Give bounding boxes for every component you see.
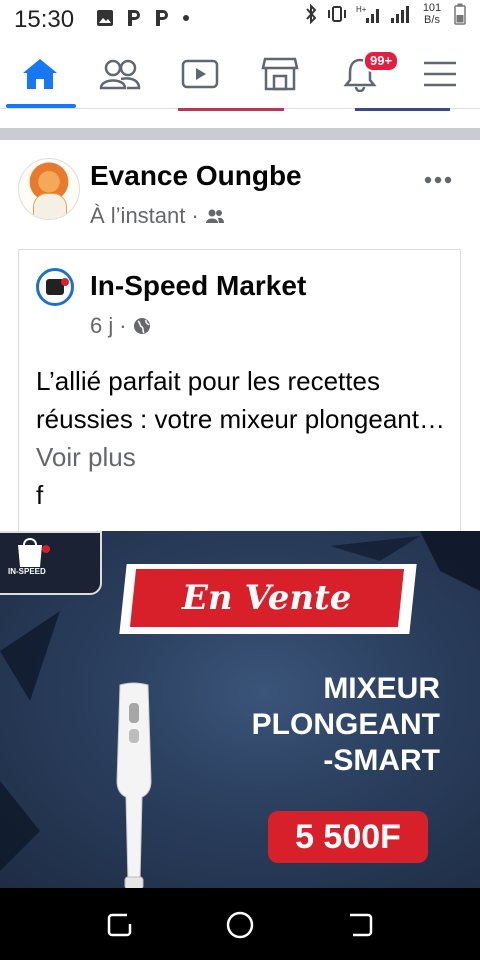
home-icon	[23, 59, 57, 89]
product-title-line: PLONGEANT	[251, 708, 440, 741]
author-avatar[interactable]	[18, 158, 80, 220]
tab-home[interactable]	[0, 40, 80, 108]
brand-logo-text: IN-SPEED	[8, 567, 46, 576]
globe-icon	[133, 318, 150, 334]
system-nav-bar	[0, 888, 480, 960]
shopping-bag-icon	[18, 538, 50, 567]
page-avatar[interactable]	[36, 268, 74, 306]
network-speed: 101 B/s	[418, 2, 446, 26]
more-icon	[424, 176, 452, 184]
story-edge	[355, 108, 450, 111]
menu-icon	[424, 61, 456, 87]
shared-page-name[interactable]: In-Speed Market	[90, 270, 306, 302]
post-image[interactable]: IN-SPEED En Vente MIXEUR PLONGEANT -SMAR…	[0, 531, 480, 888]
price-tag: 5 500F	[268, 811, 428, 863]
p-icon	[128, 10, 140, 26]
tab-watch[interactable]	[160, 40, 240, 108]
friends-icon	[99, 59, 141, 90]
signal-icon	[391, 6, 409, 23]
post-author-name[interactable]: Evance Oungbe	[90, 160, 302, 192]
back-button[interactable]	[343, 908, 377, 942]
post-body-tail: f	[36, 480, 44, 510]
dot-icon	[183, 15, 189, 21]
network-speed-unit: B/s	[424, 14, 440, 26]
meta-separator: ·	[191, 203, 199, 228]
product-title-line: MIXEUR	[323, 672, 440, 705]
back-icon	[350, 913, 373, 937]
svg-text:H+: H+	[356, 5, 367, 14]
feed-separator	[0, 128, 480, 140]
tab-menu[interactable]	[400, 40, 480, 108]
signal-h-plus-icon: H+	[356, 5, 379, 23]
recent-apps-icon	[107, 913, 132, 937]
post-time[interactable]: À l’instant	[90, 203, 185, 229]
vibrate-icon	[328, 6, 346, 22]
status-time: 15:30	[14, 6, 75, 33]
tab-notifications[interactable]: 99+	[320, 40, 400, 108]
watch-icon	[181, 59, 219, 89]
home-button[interactable]	[223, 908, 257, 942]
network-speed-value: 101	[422, 2, 442, 14]
shared-post-time[interactable]: 6 j	[90, 313, 113, 339]
status-system-icons: H+ 101 B/s	[304, 2, 466, 26]
top-nav-bar: 99+	[0, 40, 480, 108]
shared-post-meta: 6 j ·	[90, 313, 151, 339]
post-body: L’allié parfait pour les recettes réussi…	[36, 366, 445, 434]
brand-logo: IN-SPEED	[0, 531, 102, 595]
product-title-line: -SMART	[323, 744, 440, 777]
p-icon	[156, 10, 168, 26]
post-more-button[interactable]	[424, 160, 452, 192]
shared-post-text: L’allié parfait pour les recettes réussi…	[36, 362, 446, 514]
meta-separator: ·	[119, 313, 127, 338]
sale-ribbon: En Vente	[129, 569, 405, 627]
friends-icon	[205, 209, 224, 223]
story-edge	[178, 108, 284, 111]
post-meta: À l’instant ·	[90, 203, 225, 229]
sale-ribbon-text: En Vente	[182, 578, 352, 618]
tab-marketplace[interactable]	[240, 40, 320, 108]
bluetooth-icon	[306, 4, 317, 24]
notification-badge: 99+	[363, 50, 400, 72]
battery-icon	[454, 3, 466, 25]
gallery-icon	[97, 10, 113, 26]
home-circle-icon	[226, 911, 254, 939]
see-more-link[interactable]: Voir plus	[36, 442, 136, 472]
marketplace-icon	[261, 57, 299, 91]
hand-blender-image	[116, 682, 152, 888]
recent-apps-button[interactable]	[103, 908, 137, 942]
tab-friends[interactable]	[80, 40, 160, 108]
status-bar: 15:30 H+ 101 B/s	[0, 0, 480, 40]
status-notification-icons	[96, 8, 190, 28]
product-title: MIXEUR PLONGEANT -SMART	[252, 671, 440, 779]
